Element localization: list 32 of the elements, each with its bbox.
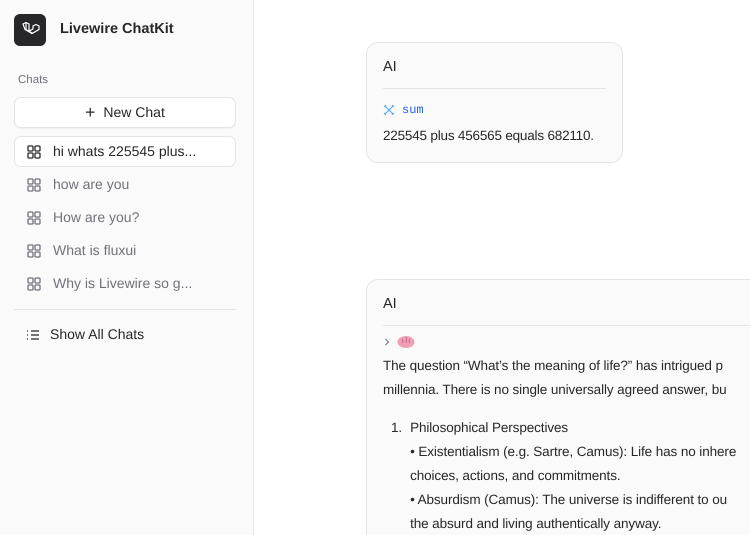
chat-item[interactable]: Why is Livewire so g... xyxy=(14,268,236,300)
list-item-text: choices, actions, and commitments. xyxy=(410,466,622,485)
message-text: The question “What’s the meaning of life?” has intrigued p xyxy=(383,356,724,375)
list-icon xyxy=(26,328,40,341)
logo-icon xyxy=(14,14,46,46)
chat-item[interactable]: What is fluxui xyxy=(14,235,236,266)
chat-item[interactable]: hi whats 225545 plus... xyxy=(14,136,236,168)
grid-icon xyxy=(27,276,41,291)
show-all-chats-link[interactable]: Show All Chats xyxy=(14,320,236,350)
tools-icon xyxy=(383,104,395,116)
grid-icon xyxy=(27,244,41,258)
list-item-text: • Existentialism (e.g. Sartre, Camus): Life has no inhere xyxy=(410,442,736,461)
app-name: Livewire ChatKit xyxy=(60,20,174,40)
list-item-title: Philosophical Perspectives xyxy=(410,418,570,437)
grid-icon xyxy=(27,178,41,192)
new-chat-button[interactable]: + New Chat xyxy=(14,97,236,128)
section-label: Chats xyxy=(18,73,50,88)
tool-name: sum xyxy=(402,102,424,119)
plus-icon: + xyxy=(85,104,96,122)
chevron-icon[interactable] xyxy=(383,338,391,346)
list-item-text: the absurd and living authentically anyway. xyxy=(410,514,662,533)
chat-item[interactable]: How are you? xyxy=(14,202,236,234)
sender-name: AI xyxy=(383,294,750,326)
message-text: millennia. There is no single universally agreed answer, bu xyxy=(383,380,728,399)
grid-icon xyxy=(27,210,41,225)
grid-icon xyxy=(27,144,41,159)
list-number: 1. xyxy=(391,418,402,437)
brain-icon xyxy=(397,334,415,350)
chat-item[interactable]: how are you xyxy=(14,169,236,200)
sender-name: AI xyxy=(383,57,606,89)
message-text: 225545 plus 456565 equals 682110. xyxy=(383,126,595,145)
list-item-text: • Absurdism (Camus): The universe is indifferent to ou xyxy=(410,490,728,509)
